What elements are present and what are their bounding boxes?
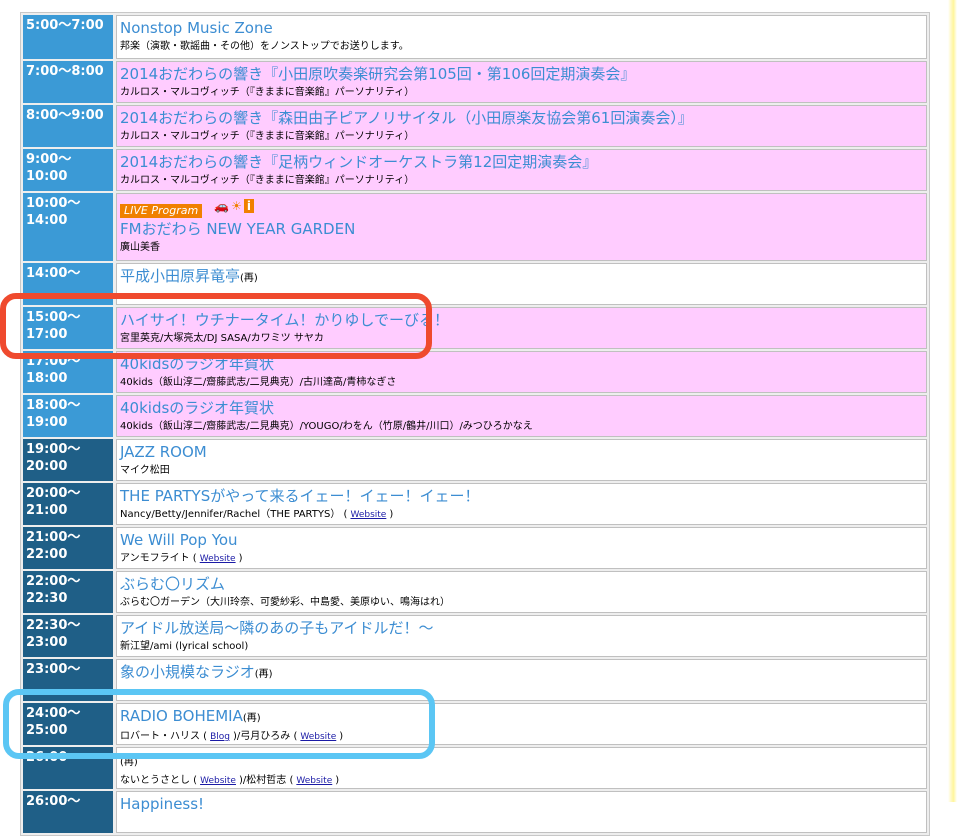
table-row: 8:00〜9:00 2014おだわらの響き『森田由子ピアノリサイタル（小田原楽友協… [23,105,927,147]
program-title[interactable]: 40kidsのラジオ年賀状 [120,399,274,417]
personality: ぶらむ〇ガーデン（大川玲奈、可愛紗彩、中島愛、美原ゆい、鳴海はれ） [120,597,450,608]
live-badge: LIVE Program [120,204,203,218]
time-slot: 19:00〜 20:00 [23,439,113,481]
program-cell: 2014おだわらの響き『小田原吹奏楽研究会第105回・第106回定期演奏会』カル… [116,61,927,103]
table-row: 22:00〜 22:30 ぶらむ〇リズム ぶらむ〇ガーデン（大川玲奈、可愛紗彩、中島… [23,571,927,613]
program-title[interactable]: 象の小規模なラジオ [120,663,255,681]
table-row: 22:30〜 23:00 アイドル放送局〜隣のあの子もアイドルだ！〜 新江望/ami… [23,615,927,657]
time-slot: 26:00〜 [23,791,113,833]
time-slot: 22:00〜 22:30 [23,571,113,613]
program-cell: Happiness! [116,791,927,833]
program-cell: THE PARTYSがやって来るイェー！イェー！イェー！ Nancy/Betty/… [116,483,927,525]
program-cell: We Will Pop You アンモフライト (Website) [116,527,927,569]
rerun-mark: (再) [254,669,273,680]
car-icon: 🚗 [214,199,230,213]
table-row: 21:00〜 22:00 We Will Pop You アンモフライト (Webs… [23,527,927,569]
personality: カルロス・マルコヴィッチ（『きままに音楽館』パーソナリティ） [120,131,415,142]
personality: Nancy/Betty/Jennifer/Rachel（THE PARTYS） [120,509,341,520]
program-title[interactable]: 2014おだわらの響き『小田原吹奏楽研究会第105回・第106回定期演奏会』 [120,65,635,83]
program-cell: 40kidsのラジオ年賀状 40kids（飯山淳二/齋藤武志/二見典克）/YOUG… [116,395,927,437]
personality: アンモフライト [120,553,190,564]
time-slot: 8:00〜9:00 [23,105,113,147]
time-slot: 7:00〜8:00 [23,61,113,103]
program-title[interactable]: We Will Pop You [120,531,238,549]
sidebar-edge [948,0,957,802]
time-slot: 5:00〜7:00 [23,15,113,59]
website-link[interactable]: Website [350,510,386,520]
table-row: 9:00〜10:00 2014おだわらの響き『足柄ウィンドオーケストラ第12回定期… [23,149,927,191]
program-title[interactable]: FMおだわら NEW YEAR GARDEN [120,220,355,238]
personality-2: /松村哲志 [242,775,287,786]
rerun-mark: (再) [240,273,258,284]
program-cell: LIVE Program 🚗 ☀ i FMおだわら NEW YEAR GARDEN 廣山美… [116,193,927,261]
program-cell: アイドル放送局〜隣のあの子もアイドルだ！〜新江望/ami (lyrical sc… [116,615,927,657]
table-row: 26:00〜 Happiness! [23,791,927,833]
personality: ないとうさとし [120,775,190,786]
website-link[interactable]: Website [200,554,236,564]
personality: 40kids（飯山淳二/齋藤武志/二見典克）/YOUGO/わをん（竹原/鶴井/川… [120,421,533,432]
personality: マイク松田 [120,465,170,476]
personality: カルロス・マルコヴィッチ（『きままに音楽館』パーソナリティ） [120,175,415,186]
program-cell: 2014おだわらの響き『森田由子ピアノリサイタル（小田原楽友協会第61回演奏会）… [116,105,927,147]
personality: 40kids（飯山淳二/齋藤武志/二見典克）/古川達高/青柿なぎさ [120,377,397,388]
personality: 廣山美香 [120,242,160,253]
program-title[interactable]: 平成小田原昇竜亭 [120,267,240,285]
personality: カルロス・マルコヴィッチ（『きままに音楽館』パーソナリティ） [120,87,415,98]
time-slot: 10:00〜 14:00 [23,193,113,261]
website-link[interactable]: Website [200,776,236,786]
program-cell: 2014おだわらの響き『足柄ウィンドオーケストラ第12回定期演奏会』カルロス・マ… [116,149,927,191]
program-title[interactable]: アイドル放送局〜隣のあの子もアイドルだ！〜 [120,619,434,637]
program-title[interactable]: 2014おだわらの響き『森田由子ピアノリサイタル（小田原楽友協会第61回演奏会）… [120,109,693,127]
table-row: 7:00〜8:00 2014おだわらの響き『小田原吹奏楽研究会第105回・第106… [23,61,927,103]
program-cell: JAZZ ROOM マイク松田 [116,439,927,481]
program-title[interactable]: Nonstop Music Zone [120,19,273,37]
table-row: 20:00〜 21:00 THE PARTYSがやって来るイェー！イェー！イェー！… [23,483,927,525]
sun-icon: ☀ [231,199,242,213]
table-row: 18:00〜 19:00 40kidsのラジオ年賀状 40kids（飯山淳二/齋藤武… [23,395,927,437]
info-icon: i [243,199,255,213]
time-slot: 18:00〜 19:00 [23,395,113,437]
table-row: 10:00〜 14:00 LIVE Program 🚗 ☀ i FMおだわら NEW YE… [23,193,927,261]
time-slot: 21:00〜 22:00 [23,527,113,569]
table-row: 5:00〜7:00 Nonstop Music Zone 邦楽（演歌・歌謡曲・その他… [23,15,927,59]
program-cell: ぶらむ〇リズムぶらむ〇ガーデン（大川玲奈、可愛紗彩、中島愛、美原ゆい、鳴海はれ） [116,571,927,613]
program-cell: Nonstop Music Zone 邦楽（演歌・歌謡曲・その他）をノンストップで… [116,15,927,59]
program-title[interactable]: Happiness! [120,795,204,813]
program-title[interactable]: 2014おだわらの響き『足柄ウィンドオーケストラ第12回定期演奏会』 [120,153,597,171]
program-title[interactable]: THE PARTYSがやって来るイェー！イェー！イェー！ [120,487,479,505]
table-row: 19:00〜 20:00 JAZZ ROOM マイク松田 [23,439,927,481]
highlight-blue-circle [3,689,435,759]
highlight-red-circle [0,293,432,359]
program-title[interactable]: ぶらむ〇リズム [120,575,225,593]
program-title[interactable]: JAZZ ROOM [120,443,207,461]
time-slot: 22:30〜 23:00 [23,615,113,657]
personality: 邦楽（演歌・歌謡曲・その他）をノンストップでお送りします。 [120,41,409,52]
time-slot: 9:00〜10:00 [23,149,113,191]
time-slot: 20:00〜 21:00 [23,483,113,525]
personality: 新江望/ami (lyrical school) [120,641,249,652]
website-link[interactable]: Website [296,776,332,786]
